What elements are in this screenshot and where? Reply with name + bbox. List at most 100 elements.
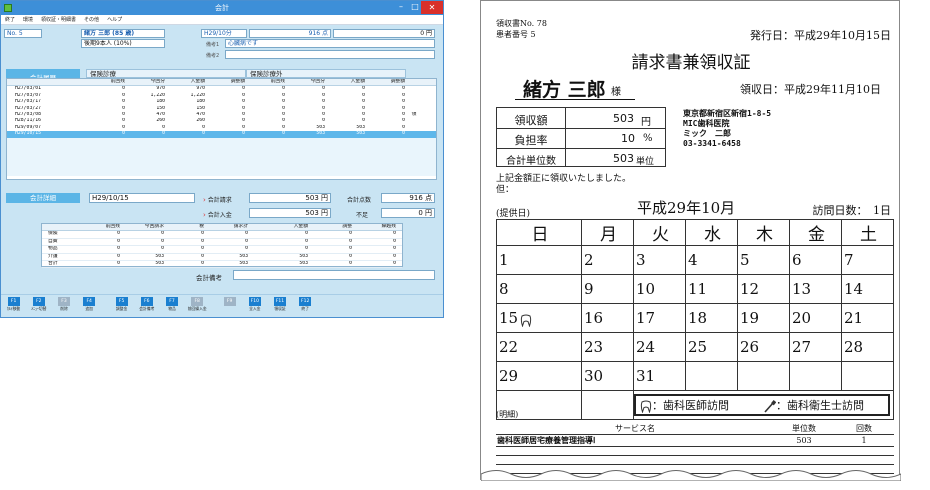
menu-other[interactable]: その他 [84,15,99,24]
calendar-day: 7 [840,245,895,275]
fkey-f12-button[interactable]: F12 終了 [294,297,316,317]
menu-exit[interactable]: 終了 [5,15,15,24]
calendar-day: 24 [632,332,686,362]
history-empty-area [7,137,436,176]
calendar-day: 31 [632,361,686,391]
calendar-day [788,361,842,391]
calendar-day-number: 9 [583,280,594,298]
close-button[interactable]: ✕ [421,1,443,14]
window-title: 会計 [215,4,229,12]
clinic-person: ミック 二郎 [683,129,731,138]
table-row: 保険 0 0 0 0 0 0 0 [42,231,402,239]
menu-receipt[interactable]: 領収証・明細書 [41,15,76,24]
fkey-f4-button[interactable]: F4 追加 [78,297,100,317]
recipient-name: 緒方 三郎 [523,79,606,101]
calendar-day: 26 [736,332,790,362]
detail-col-header: 前回残 [105,224,120,229]
menu-environment[interactable]: 環境 [23,15,33,24]
calendar-day: 2 [580,245,634,275]
visit-days: 訪問日数： 1日 [812,204,892,217]
calendar-day-number: 2 [583,251,594,269]
detail-section-label: 会計詳細 [6,193,80,203]
legend-row: ：歯科医師訪問 ：歯科衛生士訪問 [496,390,895,420]
fkey-f1-button[interactable]: F1 ｶﾙﾃ移動 [3,297,25,317]
history-cell: 503 [316,131,325,137]
memo-field[interactable] [233,270,435,280]
detail-cell: 0 [117,231,120,237]
history-header-row: 前回残 今回分 入金額 調整額 前回残 今回分 入金額 調整額 [7,79,436,87]
minimize-button[interactable]: – [395,1,407,14]
menu-help[interactable]: ヘルプ [107,15,122,24]
fkey-f10-button[interactable]: F10 全入金 [244,297,266,317]
clinic-phone: 03-3341-6458 [683,139,741,148]
arrow-icon: › [203,196,206,204]
patient-no-field[interactable]: No. 5 [4,29,42,38]
fkey-cap: F12 [299,297,312,306]
detail-header-row: 前回残 今回請求 税 請求計 入金額 調整 繰越残 [42,224,402,232]
fkey-cap: F7 [166,297,178,306]
fkey-cap: F11 [274,297,286,306]
calendar-caption: (提供日) [496,209,531,219]
calendar-day: 20 [788,303,842,333]
detail-cell: 0 [393,231,396,237]
detail-table: 前回残 今回請求 税 請求計 入金額 調整 繰越残 保険 0 0 0 0 0 0 0 自費 0 0 0… [41,223,403,269]
legend-dentist: ：歯科医師訪問 [651,399,729,412]
detail-cell: 0 [161,238,164,244]
fkey-f5-button[interactable]: F5 調整金 [111,297,133,317]
detail-cell[interactable]: 0 [250,239,310,245]
history-cell: 0 [162,131,165,137]
maximize-button[interactable]: □ [409,1,421,14]
paid-value[interactable]: 503 円 [249,208,331,218]
calendar-day-number: 20 [791,309,812,327]
patient-points: 916 点 [249,29,331,38]
detail-date: H29/10/15 [89,193,195,203]
history-rows: H27/03/01 0 970 970 0 0 0 0 0 H27/03/07 0 1,220 1,22… [7,86,436,176]
history-col-header: 入金額 [190,79,205,84]
burden-unit: % [643,133,653,144]
fkey-f7-button[interactable]: F7 物品 [161,297,183,317]
weekday-row: 日 月 火 水 木 金 土 [496,219,895,246]
burden-label: 負担率 [514,134,548,147]
fkey-f11-button[interactable]: F11 領収証 [269,297,291,317]
patient-number: 患者番号 5 [496,30,536,39]
fkey-cap: F6 [140,297,153,306]
fkey-cap: F8 [191,297,204,306]
calendar-day: 3 [632,245,686,275]
history-col-header: 今回分 [150,79,165,84]
calendar-day-number: 17 [635,309,656,327]
detail-cell[interactable]: 0 [250,246,310,252]
detail-cell: 0 [161,246,164,252]
tooth-icon [640,400,652,414]
units-unit: 単位 [636,157,655,167]
calendar-day: 1 [496,245,582,275]
calendar-week-row: 8 9 10 11 12 13 14 [496,274,895,304]
detail-cell: 503 [239,253,248,259]
detail-cell[interactable]: 0 [250,231,310,237]
patient-no-label: No. [7,30,17,37]
detail-row-label: 自費 [48,238,58,244]
short-value: 0 円 [381,208,435,218]
detail-cell[interactable]: 503 [250,261,310,267]
note1-field[interactable]: 心臓病です [225,39,435,48]
detail-cell[interactable]: 503 [250,254,310,260]
history-date: H29/10/15 [15,131,41,137]
visit-legend: ：歯科医師訪問 ：歯科衛生士訪問 [633,394,890,416]
fkey-f6-button[interactable]: F6 会計備考 [136,297,158,317]
received-date: 領収日：平成29年11月10日 [740,83,881,96]
fkey-f9-button: F9 [219,297,241,317]
table-row[interactable]: H29/10/15 0 0 0 0 0 503 503 0 [7,131,436,138]
calendar-day-number: 13 [791,280,812,298]
billed-label-wrap: › 合計請求 [203,195,232,204]
detail-cell: 0 [201,246,204,252]
calendar-day: 15 [496,303,582,333]
short-label: 不足 [356,212,369,219]
history-cell: 0 [242,131,245,137]
fkey-f2-button[interactable]: F2 ﾒﾆｭｰ切替 [28,297,50,317]
tooth-icon [520,313,532,328]
history-col-header: 入金額 [350,79,365,84]
calendar-day-number: 29 [499,367,519,385]
calendar-day: 29 [496,361,582,391]
billed-value: 503 円 [249,193,331,203]
units-label: 合計単位数 [506,156,556,167]
note2-field[interactable] [225,50,435,59]
